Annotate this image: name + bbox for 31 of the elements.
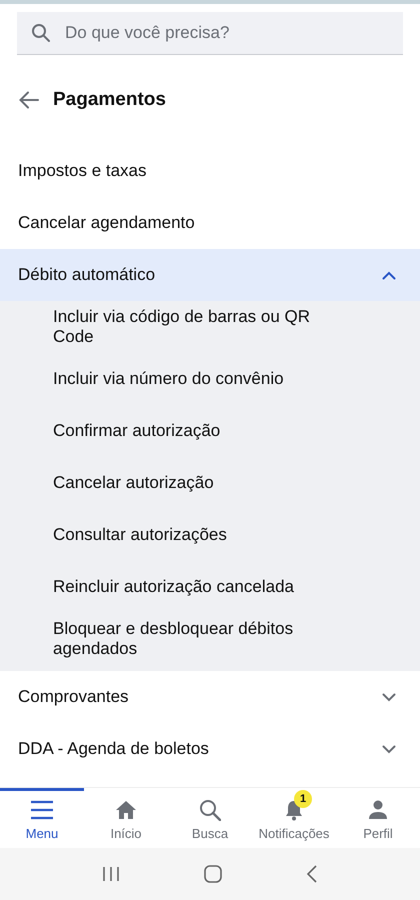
menu-item[interactable]: Impostos e taxas xyxy=(0,145,420,197)
submenu-item[interactable]: Confirmar autorização xyxy=(0,405,420,457)
submenu-item[interactable]: Bloquear e desbloquear débitos agendados xyxy=(0,613,420,665)
submenu-item[interactable]: Consultar autorizações xyxy=(0,509,420,561)
chevron-icon xyxy=(382,270,396,280)
nav-tab[interactable]: Início xyxy=(84,788,168,848)
submenu-item[interactable]: Incluir via código de barras ou QR Code xyxy=(0,301,420,353)
home-button-icon[interactable] xyxy=(204,865,222,883)
submenu-item[interactable]: Reincluir autorização cancelada xyxy=(0,561,420,613)
menu-item[interactable]: DDA - Agenda de boletos xyxy=(0,723,420,775)
chevron-icon xyxy=(382,744,396,754)
submenu-item[interactable]: Incluir via número do convênio xyxy=(0,353,420,405)
recent-apps-icon[interactable] xyxy=(102,866,120,882)
nav-tab[interactable]: Perfil xyxy=(336,788,420,848)
chevron-icon xyxy=(382,692,396,702)
home-icon xyxy=(115,800,137,820)
menu-item[interactable]: Comprovantes xyxy=(0,671,420,723)
menu-icon xyxy=(30,800,54,820)
submenu-item[interactable]: Cancelar autorização xyxy=(0,457,420,509)
search-icon xyxy=(199,799,221,821)
nav-tab[interactable]: 1 Notificações xyxy=(252,788,336,848)
notification-badge: 1 xyxy=(294,790,312,808)
page-title: Pagamentos xyxy=(53,89,166,111)
back-icon[interactable] xyxy=(306,865,318,883)
search-field[interactable]: Do que você precisa? xyxy=(17,12,403,55)
person-icon xyxy=(368,800,388,820)
menu-item[interactable]: Débito automático xyxy=(0,249,420,301)
search-icon xyxy=(31,23,51,43)
menu-item[interactable]: Cancelar agendamento xyxy=(0,197,420,249)
back-arrow-icon[interactable] xyxy=(19,91,39,109)
nav-tab[interactable]: Busca xyxy=(168,788,252,848)
